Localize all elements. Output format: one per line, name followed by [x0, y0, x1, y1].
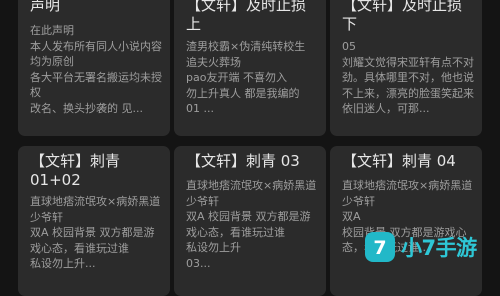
brand-logo-icon: 7 [365, 232, 395, 262]
post-title: 声明 [30, 0, 61, 14]
post-excerpt: 直球地痞流氓攻×病娇黑道少爷轩 双A 校园背景 双方都是游戏心态，看谁玩过谁 私… [30, 195, 161, 270]
post-title: 【文轩】及时止损 上 [186, 0, 307, 33]
post-excerpt: 渣男校霸×伪清纯转校生 追夫火葬场 pao友开端 不喜勿入 勿上升真人 都是我编… [186, 40, 306, 115]
svg-text:7: 7 [373, 237, 386, 258]
post-title: 【文轩】刺青 03 [186, 152, 300, 170]
post-excerpt: 05 刘耀文觉得宋亚轩有点不对劲。具体哪里不对，他也说不上来，漂亮的脸蛋笑起来依… [342, 40, 474, 115]
post-title: 【文轩】刺青 01+02 [30, 152, 121, 189]
post-title: 【文轩】及时止损 下 [342, 0, 463, 33]
post-card-4[interactable]: 【文轩】刺青 01+02 直球地痞流氓攻×病娇黑道少爷轩 双A 校园背景 双方都… [18, 146, 170, 296]
post-card-2[interactable]: 【文轩】及时止损 上 渣男校霸×伪清纯转校生 追夫火葬场 pao友开端 不喜勿入… [174, 0, 326, 136]
brand-logo-text: 小7手游 [401, 236, 477, 260]
site-watermark: 7 小7手游 [365, 222, 500, 272]
post-card-5[interactable]: 【文轩】刺青 03 直球地痞流氓攻×病娇黑道少爷轩 双A 校园背景 双方都是游戏… [174, 146, 326, 296]
post-card-1[interactable]: 声明 在此声明 本人发布所有同人小说内容均为原创 各大平台无署名搬运均未授权 改… [18, 0, 170, 136]
post-card-6[interactable]: 【文轩】刺青 04 直球地痞流氓攻×病娇黑道少爷轩 双A 校园背景 双方都是游戏… [330, 146, 482, 296]
post-card-3[interactable]: 【文轩】及时止损 下 05 刘耀文觉得宋亚轩有点不对劲。具体哪里不对，他也说不上… [330, 0, 482, 136]
post-excerpt: 直球地痞流氓攻×病娇黑道少爷轩 双A 校园背景 双方都是游戏心态，看谁玩过谁 私… [186, 179, 317, 270]
post-title: 【文轩】刺青 04 [342, 152, 456, 170]
post-excerpt: 在此声明 本人发布所有同人小说内容均为原创 各大平台无署名搬运均未授权 改名、换… [30, 24, 162, 115]
